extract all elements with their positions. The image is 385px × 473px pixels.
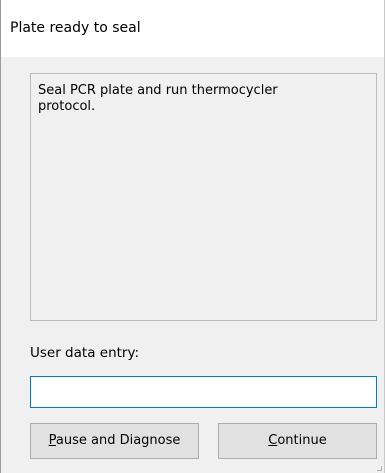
user-data-entry-input[interactable] xyxy=(30,376,377,408)
pause-button-label: ause and Diagnose xyxy=(55,433,181,448)
message-text: Seal PCR plate and run thermocycler prot… xyxy=(38,83,278,114)
pause-and-diagnose-button[interactable]: Pause and Diagnose xyxy=(30,423,199,459)
continue-button[interactable]: Continue xyxy=(218,423,377,459)
user-data-entry-label: User data entry: xyxy=(30,345,140,361)
dialog-window: Plate ready to seal Seal PCR plate and r… xyxy=(0,0,385,473)
title-bar: Plate ready to seal xyxy=(1,0,384,57)
continue-button-label: ontinue xyxy=(277,433,327,448)
dialog-title: Plate ready to seal xyxy=(10,20,141,36)
message-panel: Seal PCR plate and run thermocycler prot… xyxy=(30,73,377,321)
resize-grip-icon[interactable] xyxy=(377,466,382,471)
pause-button-mnemonic: P xyxy=(48,433,56,448)
continue-button-mnemonic: C xyxy=(268,433,278,448)
